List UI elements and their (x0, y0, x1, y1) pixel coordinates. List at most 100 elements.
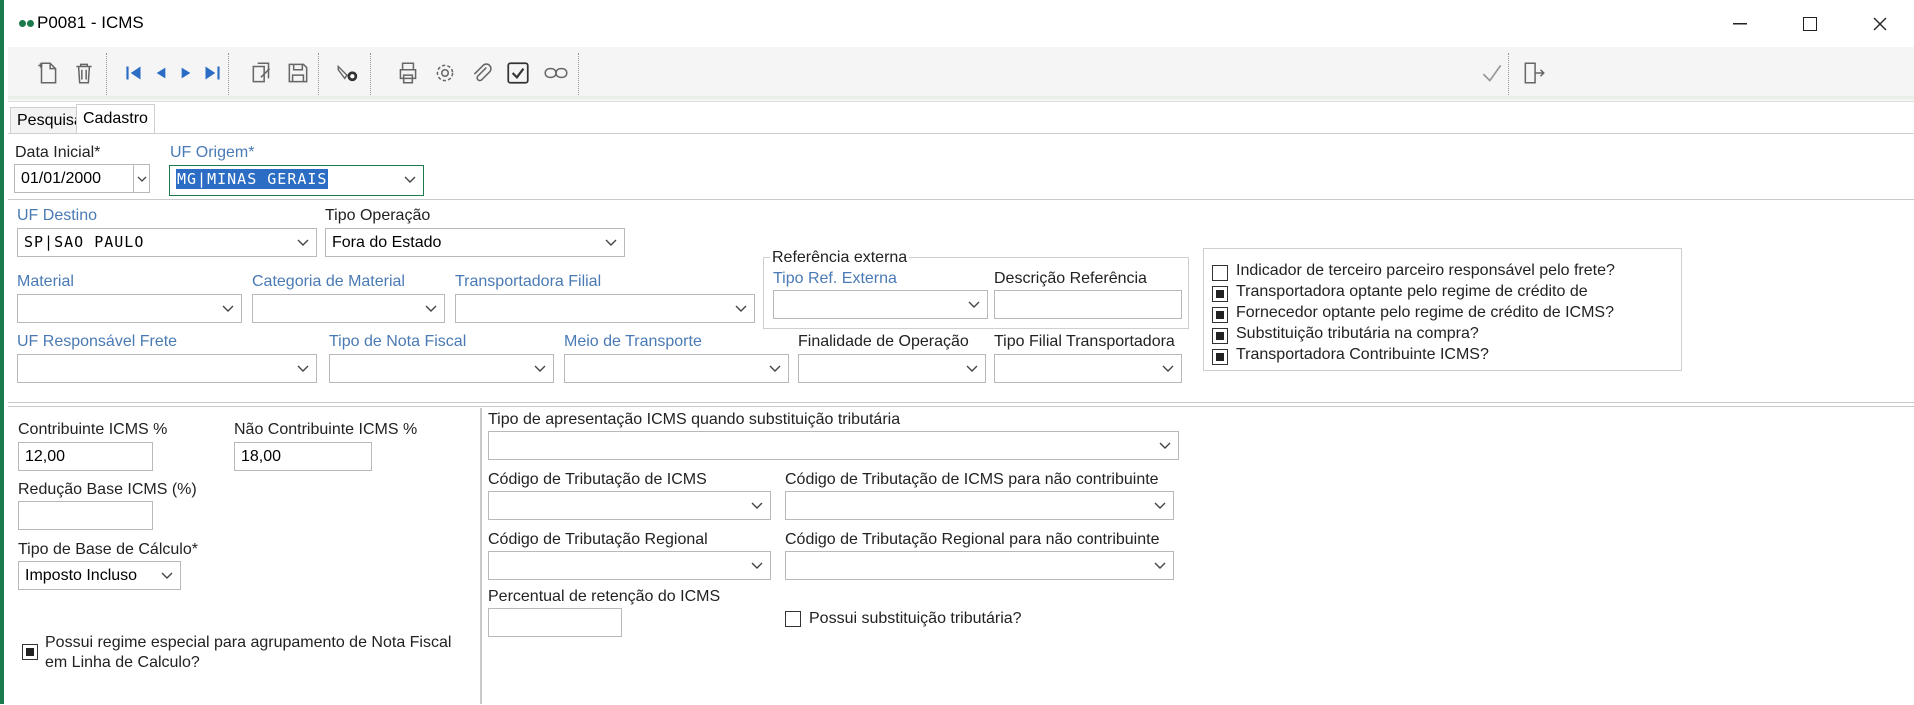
data-inicial-field[interactable]: 01/01/2000 (14, 164, 134, 193)
app-dot-icon (27, 20, 34, 27)
new-button[interactable] (32, 57, 64, 89)
link-button[interactable] (540, 57, 572, 89)
tipo-ref-externa-select[interactable] (773, 290, 988, 319)
nao-contribuinte-field[interactable]: 18,00 (234, 442, 372, 471)
categoria-material-select[interactable] (252, 294, 445, 323)
approve-button[interactable] (502, 57, 534, 89)
indicator-label: Indicador de terceiro parceiro responsáv… (1236, 262, 1615, 279)
save-icon (288, 63, 308, 83)
divider (8, 406, 1914, 407)
uf-destino-select[interactable]: SP|SAO PAULO (17, 228, 317, 257)
copy-edit-icon (252, 62, 271, 83)
tipo-operacao-label: Tipo Operação (325, 207, 431, 224)
window-title: P0081 - ICMS (37, 13, 144, 32)
finalidade-operacao-label: Finalidade de Operação (798, 333, 969, 350)
dropdown-arrow (403, 166, 417, 193)
chevron-down-icon (1154, 502, 1166, 509)
chevron-down-icon (425, 305, 437, 312)
tipo-nota-fiscal-label: Tipo de Nota Fiscal (329, 333, 467, 350)
tipo-filial-transportadora-label: Tipo Filial Transportadora (994, 333, 1175, 350)
window-edge (0, 0, 4, 704)
attach-button[interactable] (466, 57, 498, 89)
date-picker-button[interactable] (133, 164, 150, 193)
paperclip-icon (473, 63, 492, 82)
transportadora-filial-label: Transportadora Filial (455, 273, 602, 290)
indicator-checkbox[interactable] (1212, 286, 1228, 302)
app-dot-icon (19, 20, 26, 27)
categoria-material-label: Categoria de Material (252, 273, 405, 290)
indicator-checkbox[interactable] (1212, 349, 1228, 365)
meio-transporte-select[interactable] (564, 354, 789, 383)
cod-trib-icms-nc-select[interactable] (785, 491, 1174, 520)
tipo-base-value: Imposto Incluso (25, 567, 138, 584)
gear-icon (436, 64, 454, 82)
exit-door-icon (1524, 62, 1545, 84)
uf-destino-value: SP|SAO PAULO (24, 233, 145, 251)
toolbar-divider (8, 96, 1914, 99)
maximize-icon (1803, 17, 1817, 31)
search-pen-icon (337, 64, 358, 82)
tipo-apresentacao-select[interactable] (488, 431, 1179, 460)
data-inicial-value: 01/01/2000 (21, 170, 102, 187)
uf-origem-label: UF Origem* (170, 144, 255, 161)
chevron-down-icon (297, 239, 309, 246)
tab-cadastro[interactable]: Cadastro (76, 104, 155, 136)
cod-trib-icms-select[interactable] (488, 491, 771, 520)
cod-trib-regional-nc-select[interactable] (785, 551, 1174, 580)
confirm-button[interactable] (1476, 57, 1508, 89)
tipo-nota-fiscal-select[interactable] (329, 354, 554, 383)
chevron-down-icon (968, 301, 980, 308)
minimize-button[interactable] (1720, 8, 1760, 40)
cod-trib-regional-select[interactable] (488, 551, 771, 580)
possui-st-checkbox[interactable] (785, 611, 801, 627)
regime-especial-checkbox[interactable] (22, 644, 38, 660)
indicator-checkbox[interactable] (1212, 328, 1228, 344)
settings-button[interactable] (429, 57, 461, 89)
uf-origem-select[interactable]: MG|MINAS GERAIS (169, 165, 424, 196)
chevron-down-icon (534, 365, 546, 372)
tipo-base-label: Tipo de Base de Cálculo* (18, 541, 198, 558)
percentual-retencao-field[interactable] (488, 608, 622, 637)
material-select[interactable] (17, 294, 242, 323)
regime-especial-label-line1: Possui regime especial para agrupamento … (45, 634, 452, 651)
copy-button[interactable] (246, 57, 278, 89)
indicator-checkbox[interactable] (1212, 307, 1228, 323)
reducao-base-label: Redução Base ICMS (%) (18, 481, 197, 498)
search-record-button[interactable] (332, 57, 364, 89)
uf-responsavel-frete-select[interactable] (17, 354, 317, 383)
percentual-retencao-label: Percentual de retenção do ICMS (488, 588, 721, 605)
contribuinte-value: 12,00 (25, 448, 66, 465)
last-record-button[interactable] (196, 57, 228, 89)
print-button[interactable] (392, 57, 424, 89)
chevron-down-icon (1154, 562, 1166, 569)
contribuinte-label: Contribuinte ICMS % (18, 421, 168, 438)
chevron-down-icon (966, 365, 978, 372)
uf-destino-label: UF Destino (17, 207, 98, 224)
chevron-down-icon (751, 562, 763, 569)
transportadora-filial-select[interactable] (455, 294, 755, 323)
reducao-base-field[interactable] (18, 501, 153, 530)
printer-icon (399, 62, 417, 84)
chevron-down-icon (1159, 442, 1171, 449)
save-button[interactable] (282, 57, 314, 89)
tipo-operacao-select[interactable]: Fora do Estado (325, 228, 625, 257)
exit-button[interactable] (1518, 57, 1550, 89)
cod-trib-regional-label: Código de Tributação Regional (488, 531, 708, 548)
material-label: Material (17, 273, 74, 290)
finalidade-operacao-select[interactable] (798, 354, 986, 383)
maximize-button[interactable] (1790, 8, 1830, 40)
descricao-referencia-field[interactable] (994, 290, 1182, 319)
indicator-label: Fornecedor optante pelo regime de crédit… (1236, 304, 1614, 321)
indicator-checkbox[interactable] (1212, 265, 1228, 281)
tipo-operacao-value: Fora do Estado (332, 234, 442, 251)
tipo-base-select[interactable]: Imposto Incluso (18, 561, 181, 590)
panel-divider (480, 408, 482, 704)
close-button[interactable] (1860, 8, 1900, 40)
contribuinte-field[interactable]: 12,00 (18, 442, 153, 471)
tipo-filial-transportadora-select[interactable] (994, 354, 1182, 383)
delete-button[interactable] (68, 57, 100, 89)
indicator-label: Substituição tributária na compra? (1236, 325, 1479, 342)
chevron-down-icon (137, 176, 146, 182)
chevron-down-icon (297, 365, 309, 372)
tipo-ref-externa-label: Tipo Ref. Externa (773, 270, 897, 287)
